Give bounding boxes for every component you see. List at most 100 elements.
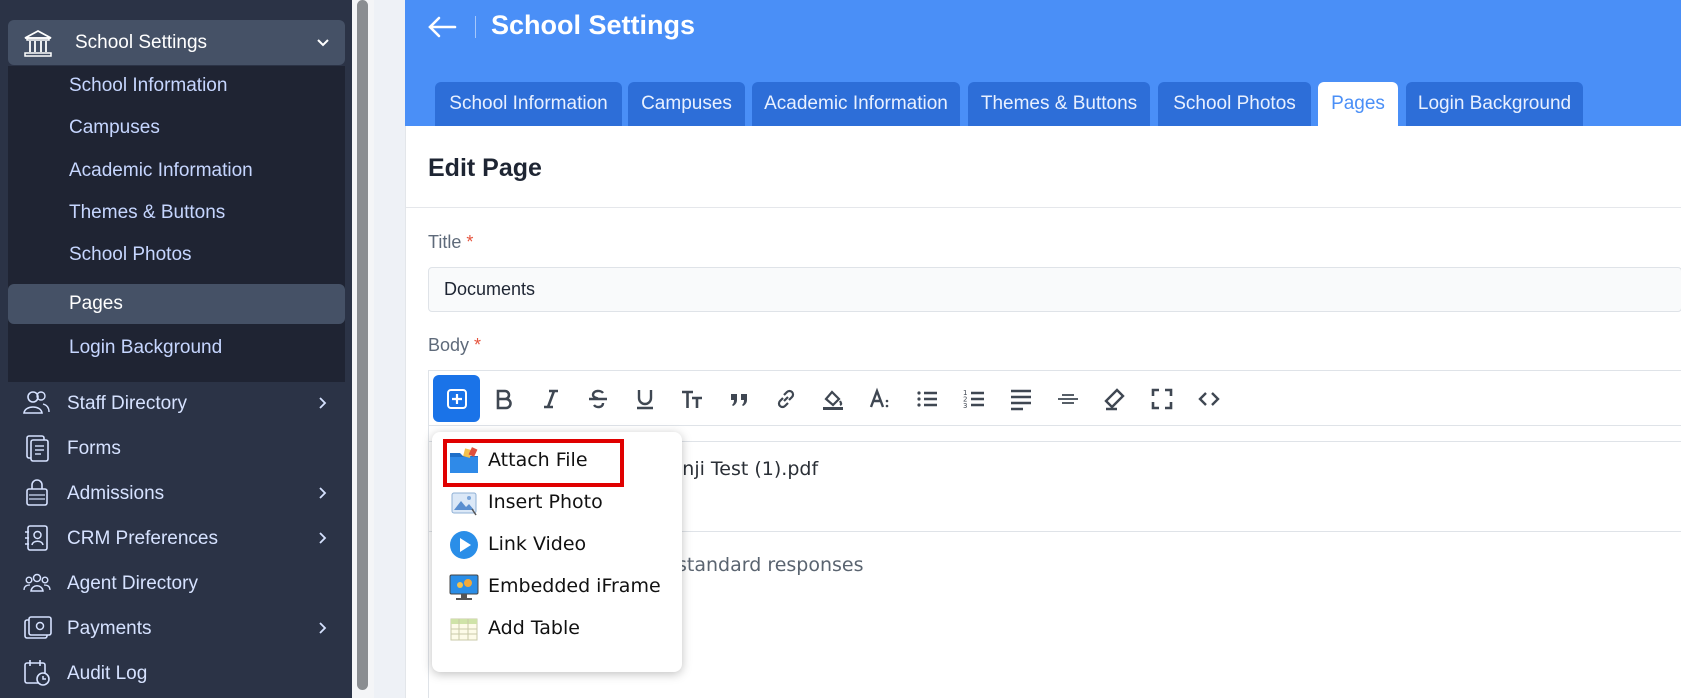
sidebar-subitem-login-background[interactable]: Login Background bbox=[8, 328, 345, 368]
tab-academic-information[interactable]: Academic Information bbox=[752, 82, 960, 126]
play-icon bbox=[450, 531, 478, 559]
sidebar-subitem-label: School Photos bbox=[69, 244, 192, 265]
clear-format-icon bbox=[1103, 387, 1125, 410]
menu-item-label: Link Video bbox=[488, 533, 587, 555]
tab-campuses[interactable]: Campuses bbox=[628, 82, 745, 126]
clear-format-button[interactable] bbox=[1091, 375, 1138, 422]
sidebar: School Settings School Information Campu… bbox=[0, 0, 352, 698]
sidebar-item-staff-directory[interactable]: Staff Directory bbox=[0, 381, 352, 426]
font-size-button[interactable] bbox=[668, 375, 715, 422]
svg-text:3: 3 bbox=[963, 402, 967, 410]
sidebar-subitem-campuses[interactable]: Campuses bbox=[8, 108, 345, 148]
attach-file-highlight bbox=[443, 439, 624, 487]
text-color-button[interactable] bbox=[856, 375, 903, 422]
menu-item-label: Add Table bbox=[488, 617, 580, 639]
sidebar-item-forms[interactable]: Forms bbox=[0, 426, 352, 471]
forms-icon bbox=[26, 435, 49, 462]
title-label: Title * bbox=[428, 232, 473, 253]
menu-item-label: Insert Photo bbox=[488, 491, 603, 513]
sidebar-subitem-label: Pages bbox=[69, 293, 123, 314]
bold-button[interactable] bbox=[480, 375, 527, 422]
header-divider bbox=[475, 16, 476, 38]
sidebar-item-label: Staff Directory bbox=[67, 392, 188, 414]
sidebar-item-label: Admissions bbox=[67, 482, 165, 504]
menu-item-embedded-iframe[interactable]: Embedded iFrame bbox=[432, 564, 682, 608]
back-arrow-icon[interactable] bbox=[425, 10, 459, 44]
sidebar-section-school-settings[interactable]: School Settings bbox=[8, 20, 345, 65]
quote-button[interactable] bbox=[715, 375, 762, 422]
bullet-list-button[interactable] bbox=[903, 375, 950, 422]
table-icon bbox=[450, 618, 478, 641]
sidebar-subitem-academic-information[interactable]: Academic Information bbox=[8, 151, 345, 191]
chevron-right-icon bbox=[319, 397, 327, 409]
link-icon bbox=[777, 389, 794, 408]
sidebar-item-crm-preferences[interactable]: CRM Preferences bbox=[0, 516, 352, 561]
sidebar-subitem-pages[interactable]: Pages bbox=[8, 284, 345, 324]
sidebar-item-admissions[interactable]: Admissions bbox=[0, 471, 352, 516]
tab-themes-buttons[interactable]: Themes & Buttons bbox=[968, 82, 1150, 126]
editor-toolbar: 123 bbox=[429, 371, 1681, 426]
fill-color-icon bbox=[822, 389, 843, 410]
bullet-list-icon bbox=[916, 390, 937, 407]
chevron-right-icon bbox=[319, 532, 327, 544]
insert-plus-button[interactable] bbox=[433, 375, 480, 422]
sidebar-subitem-themes-buttons[interactable]: Themes & Buttons bbox=[8, 193, 345, 233]
body-label-text: Body bbox=[428, 335, 470, 355]
numbered-list-button[interactable]: 123 bbox=[950, 375, 997, 422]
horizontal-rule-button[interactable] bbox=[1044, 375, 1091, 422]
fullscreen-button[interactable] bbox=[1138, 375, 1185, 422]
numbered-list-icon: 123 bbox=[963, 389, 984, 410]
attached-file-text: inji Test (1).pdf bbox=[677, 458, 819, 480]
sidebar-subitem-label: Login Background bbox=[69, 337, 223, 358]
chevron-down-icon[interactable] bbox=[315, 34, 331, 50]
chevron-right-icon bbox=[319, 487, 327, 499]
school-building-icon bbox=[24, 29, 52, 57]
contact-card-icon bbox=[25, 525, 48, 551]
sidebar-item-label: Audit Log bbox=[67, 662, 148, 684]
italic-button[interactable] bbox=[527, 375, 574, 422]
underline-button[interactable] bbox=[621, 375, 668, 422]
fullscreen-icon bbox=[1151, 388, 1172, 409]
fill-color-button[interactable] bbox=[809, 375, 856, 422]
menu-item-label: Embedded iFrame bbox=[488, 575, 661, 597]
page-title: School Settings bbox=[491, 10, 696, 40]
chevron-right-icon bbox=[319, 622, 327, 634]
sidebar-item-payments[interactable]: Payments bbox=[0, 606, 352, 651]
sidebar-item-agent-directory[interactable]: Agent Directory bbox=[0, 561, 352, 606]
scrollbar-thumb[interactable] bbox=[357, 0, 368, 690]
tab-school-photos[interactable]: School Photos bbox=[1158, 82, 1311, 126]
page-header: School Settings School Information Campu… bbox=[405, 0, 1681, 126]
sidebar-scrollbar[interactable] bbox=[352, 0, 374, 698]
menu-item-link-video[interactable]: Link Video bbox=[432, 522, 682, 566]
calendar-clock-icon bbox=[24, 660, 50, 686]
sidebar-item-label: CRM Preferences bbox=[67, 527, 218, 549]
tab-pages[interactable]: Pages bbox=[1318, 82, 1398, 126]
title-input-value: Documents bbox=[444, 279, 536, 299]
sidebar-item-audit-log[interactable]: Audit Log bbox=[0, 651, 352, 696]
link-button[interactable] bbox=[762, 375, 809, 422]
align-justify-icon bbox=[1010, 389, 1031, 410]
menu-item-add-table[interactable]: Add Table bbox=[432, 606, 682, 650]
sidebar-item-label: Payments bbox=[67, 617, 152, 639]
bold-icon bbox=[496, 389, 512, 409]
edit-page-heading: Edit Page bbox=[428, 154, 542, 182]
text-color-icon bbox=[869, 387, 888, 407]
group-icon bbox=[23, 573, 51, 592]
photo-icon bbox=[451, 492, 477, 516]
sidebar-subitem-school-photos[interactable]: School Photos bbox=[8, 235, 345, 275]
monitor-icon bbox=[449, 574, 479, 600]
admissions-icon bbox=[26, 479, 48, 506]
title-input[interactable]: Documents bbox=[428, 267, 1681, 312]
strikethrough-button[interactable] bbox=[574, 375, 621, 422]
sidebar-item-label: Agent Directory bbox=[67, 572, 198, 594]
sidebar-subitem-label: Academic Information bbox=[69, 160, 253, 181]
tab-school-information[interactable]: School Information bbox=[435, 82, 622, 126]
sidebar-subitem-label: School Information bbox=[69, 75, 228, 96]
tab-login-background[interactable]: Login Background bbox=[1406, 82, 1583, 126]
sidebar-subitem-school-information[interactable]: School Information bbox=[8, 66, 345, 106]
app-root: School Settings School Information Campu… bbox=[0, 0, 1681, 698]
code-view-button[interactable] bbox=[1185, 375, 1232, 422]
align-justify-button[interactable] bbox=[997, 375, 1044, 422]
strikethrough-icon bbox=[588, 389, 607, 408]
editor-text: standard responses bbox=[677, 554, 864, 576]
